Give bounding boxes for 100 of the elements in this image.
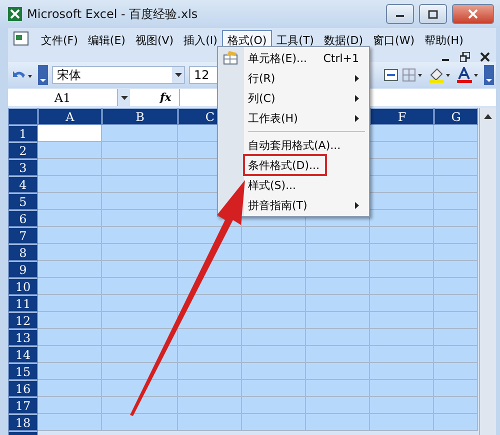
minimize-button[interactable] — [386, 4, 414, 24]
menu-item[interactable]: 视图(V) — [130, 30, 179, 49]
grid-cell[interactable] — [434, 278, 478, 295]
grid-cell[interactable] — [38, 312, 102, 329]
grid-cell[interactable] — [306, 363, 370, 380]
restore-icon[interactable] — [460, 52, 470, 62]
grid-cell[interactable] — [38, 210, 102, 227]
grid-cell[interactable] — [38, 278, 102, 295]
grid-cell[interactable] — [370, 193, 434, 210]
grid-cell[interactable] — [306, 380, 370, 397]
dropdown-icon[interactable] — [120, 96, 128, 100]
menu-option[interactable]: 样式(S)... — [218, 175, 365, 195]
grid-cell[interactable] — [38, 244, 102, 261]
grid-cell[interactable] — [38, 346, 102, 363]
grid-cell[interactable] — [178, 380, 242, 397]
grid-cell[interactable] — [102, 244, 178, 261]
row-header[interactable]: 7 — [8, 227, 38, 244]
menu-option[interactable]: 拼音指南(T) — [218, 195, 365, 215]
font-color-icon[interactable] — [456, 67, 480, 83]
row-header[interactable]: 8 — [8, 244, 38, 261]
row-header[interactable]: 13 — [8, 329, 38, 346]
grid-cell[interactable] — [178, 329, 242, 346]
active-cell[interactable] — [38, 125, 102, 142]
grid-cell[interactable] — [370, 261, 434, 278]
dropdown-icon[interactable] — [174, 73, 182, 77]
menu-option[interactable]: 列(C) — [218, 88, 365, 108]
row-header[interactable]: 16 — [8, 380, 38, 397]
grid-cell[interactable] — [102, 176, 178, 193]
function-label[interactable]: fx — [160, 91, 172, 104]
grid-cell[interactable] — [38, 414, 102, 431]
grid-cell[interactable] — [242, 227, 306, 244]
grid-cell[interactable] — [178, 312, 242, 329]
grid-cell[interactable] — [434, 227, 478, 244]
grid-cell[interactable] — [434, 312, 478, 329]
grid-cell[interactable] — [242, 346, 306, 363]
grid-cell[interactable] — [38, 397, 102, 414]
row-header[interactable]: 6 — [8, 210, 38, 227]
grid-cell[interactable] — [434, 397, 478, 414]
grid-cell[interactable] — [370, 278, 434, 295]
grid-cell[interactable] — [178, 397, 242, 414]
grid-cell[interactable] — [242, 261, 306, 278]
grid-cell[interactable] — [370, 210, 434, 227]
grid-cell[interactable] — [306, 261, 370, 278]
grid-cell[interactable] — [38, 380, 102, 397]
grid-cell[interactable] — [102, 159, 178, 176]
grid-cell[interactable] — [434, 380, 478, 397]
grid-cell[interactable] — [102, 397, 178, 414]
grid-cell[interactable] — [242, 312, 306, 329]
grid-cell[interactable] — [242, 329, 306, 346]
grid-cell[interactable] — [370, 244, 434, 261]
grid-cell[interactable] — [102, 193, 178, 210]
row-header[interactable]: 5 — [8, 193, 38, 210]
grid-cell[interactable] — [370, 159, 434, 176]
grid-cell[interactable] — [370, 397, 434, 414]
grid-cell[interactable] — [102, 210, 178, 227]
grid-cell[interactable] — [434, 346, 478, 363]
overflow-icon[interactable] — [484, 65, 494, 85]
grid-cell[interactable] — [178, 414, 242, 431]
grid-cell[interactable] — [102, 227, 178, 244]
grid-cell[interactable] — [102, 142, 178, 159]
grid-cell[interactable] — [434, 210, 478, 227]
grid-cell[interactable] — [370, 414, 434, 431]
menu-item[interactable]: 窗口(W) — [368, 30, 420, 49]
menu-item[interactable]: 帮助(H) — [420, 30, 468, 49]
grid-cell[interactable] — [434, 244, 478, 261]
grid-cell[interactable] — [370, 142, 434, 159]
grid-cell[interactable] — [306, 312, 370, 329]
row-header[interactable]: 17 — [8, 397, 38, 414]
grid-cell[interactable] — [38, 142, 102, 159]
row-header[interactable]: 12 — [8, 312, 38, 329]
close-icon[interactable] — [480, 52, 490, 62]
row-header[interactable]: 9 — [8, 261, 38, 278]
column-header[interactable]: G — [434, 108, 478, 125]
column-header[interactable]: A — [38, 108, 102, 125]
grid-cell[interactable] — [434, 142, 478, 159]
merge-icon[interactable] — [384, 69, 398, 81]
grid-cell[interactable] — [370, 125, 434, 142]
row-header[interactable]: 15 — [8, 363, 38, 380]
menu-item[interactable]: 工具(T) — [272, 30, 319, 49]
grid-cell[interactable] — [306, 227, 370, 244]
grid-cell[interactable] — [102, 414, 178, 431]
grid-cell[interactable] — [38, 227, 102, 244]
maximize-button[interactable] — [419, 4, 447, 24]
close-button[interactable] — [452, 4, 494, 24]
row-header[interactable]: 4 — [8, 176, 38, 193]
borders-icon[interactable] — [402, 68, 424, 82]
menu-item[interactable]: 文件(F) — [36, 30, 83, 49]
grid-cell[interactable] — [242, 414, 306, 431]
menu-option[interactable]: 条件格式(D)... — [244, 155, 326, 175]
row-header[interactable]: 3 — [8, 159, 38, 176]
grid-cell[interactable] — [434, 363, 478, 380]
grid-cell[interactable] — [38, 193, 102, 210]
grid-cell[interactable] — [306, 397, 370, 414]
grid-cell[interactable] — [102, 125, 178, 142]
grid-cell[interactable] — [306, 346, 370, 363]
grid-cell[interactable] — [306, 244, 370, 261]
row-header[interactable]: 11 — [8, 295, 38, 312]
vertical-scrollbar[interactable] — [479, 108, 496, 435]
scroll-up-icon[interactable] — [484, 114, 492, 119]
grid-cell[interactable] — [178, 278, 242, 295]
